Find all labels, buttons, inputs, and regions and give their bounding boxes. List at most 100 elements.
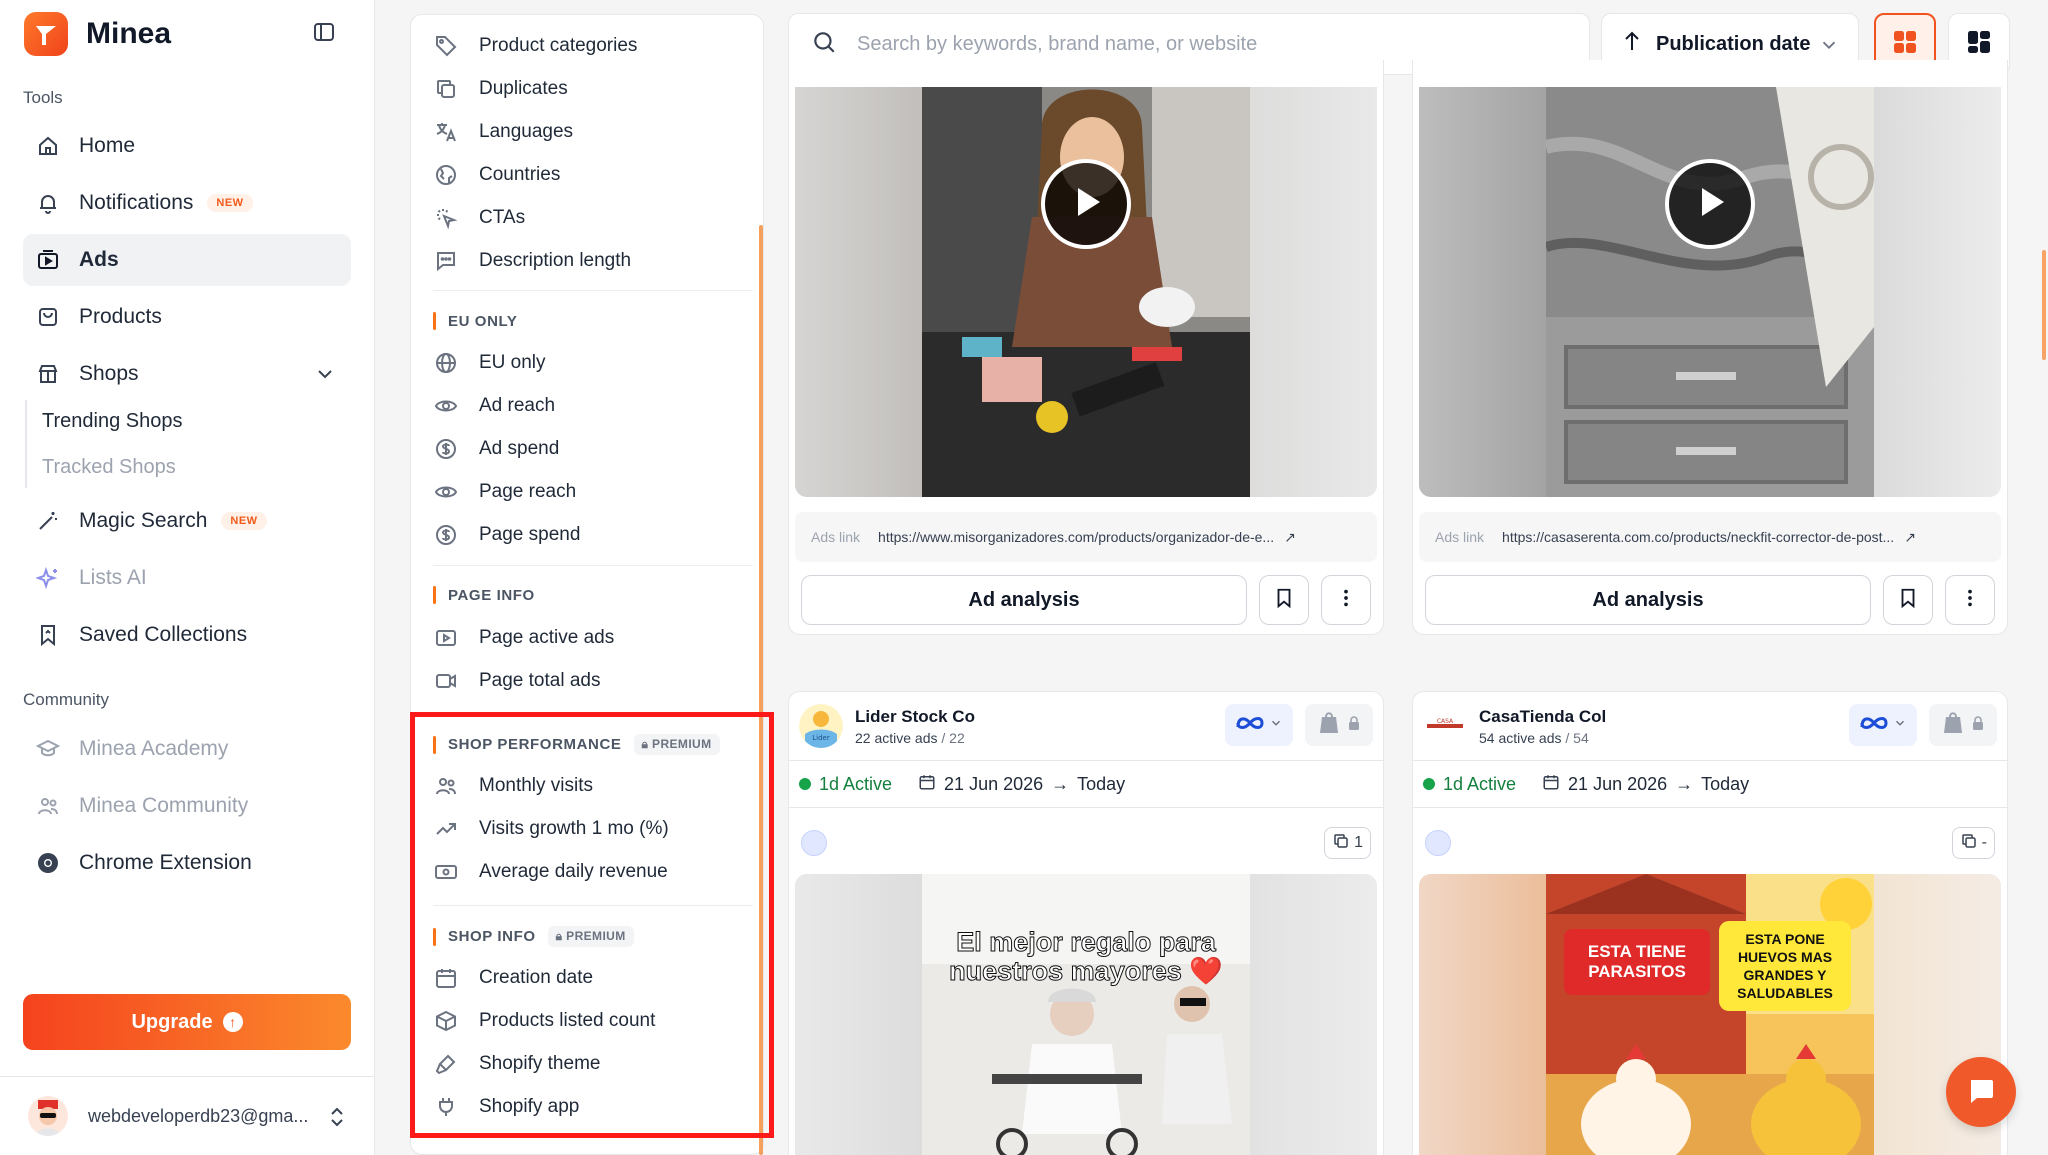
nav-shops[interactable]: Shops xyxy=(23,348,351,400)
eye-icon xyxy=(433,393,459,419)
page-info-header: PAGE INFO xyxy=(433,586,535,604)
shop-name[interactable]: Lider Stock Co xyxy=(855,707,975,727)
filter-page-total-ads[interactable]: Page total ads xyxy=(433,668,600,694)
dollar-icon xyxy=(433,436,459,462)
nav-products-label: Products xyxy=(79,305,162,328)
dollar-icon xyxy=(433,522,459,548)
sub-trending-shops[interactable]: Trending Shops xyxy=(42,410,182,433)
save-button[interactable] xyxy=(1883,575,1933,625)
ads-link[interactable]: Ads link https://www.misorganizadores.co… xyxy=(795,512,1377,562)
minea-logo-icon xyxy=(24,12,68,56)
nav-chrome-extension[interactable]: Chrome Extension xyxy=(23,837,351,889)
brand[interactable]: Minea xyxy=(24,12,171,56)
shopify-locked[interactable] xyxy=(1929,704,1997,746)
tools-label: Tools xyxy=(23,88,63,107)
more-options-button[interactable] xyxy=(1321,575,1371,625)
more-vertical-icon xyxy=(1959,587,1981,614)
filter-eu-only[interactable]: EU only xyxy=(433,350,546,376)
nav-ads-label: Ads xyxy=(79,248,119,271)
page-scrollbar[interactable] xyxy=(2042,250,2046,360)
filter-description-length[interactable]: Description length xyxy=(433,248,631,274)
copy-icon xyxy=(1960,832,1978,855)
chevron-up-down-icon xyxy=(327,1105,347,1134)
banner-right: ESTA PONE HUEVOS MAS GRANDES Y SALUDABLE… xyxy=(1719,921,1851,1011)
ads-link[interactable]: Ads link https://casaserenta.com.co/prod… xyxy=(1419,512,2001,562)
filter-duplicates[interactable]: Duplicates xyxy=(433,76,568,102)
card-header: Lider Lider Stock Co 22 active ads / 22 xyxy=(799,704,975,748)
filter-page-spend[interactable]: Page spend xyxy=(433,522,580,548)
filter-ctas[interactable]: CTAs xyxy=(433,205,525,231)
filter-languages[interactable]: Languages xyxy=(433,119,573,145)
nav-minea-academy[interactable]: Minea Academy xyxy=(23,723,351,775)
save-button[interactable] xyxy=(1259,575,1309,625)
nav-products[interactable]: Products xyxy=(23,291,351,343)
camera-video-icon xyxy=(433,668,459,694)
shop-name[interactable]: CasaTienda Col xyxy=(1479,707,1606,727)
duplicates-pill[interactable]: - xyxy=(1951,827,1995,859)
filter-label: CTAs xyxy=(479,207,526,228)
shop-active-ads: 22 active ads / 22 xyxy=(855,730,975,746)
shop-active-ads: 54 active ads / 54 xyxy=(1479,730,1606,746)
nav-lists-ai[interactable]: Lists AI xyxy=(23,552,351,604)
shopify-locked[interactable] xyxy=(1305,704,1373,746)
total-ads-count: / 22 xyxy=(941,729,965,746)
grid-icon xyxy=(1892,29,1918,60)
nav-notifications[interactable]: Notifications NEW xyxy=(23,177,351,229)
sidebar-collapse-icon[interactable] xyxy=(312,20,336,44)
nav-ads[interactable]: Ads xyxy=(23,234,351,286)
duplicates-count: 1 xyxy=(1354,834,1363,851)
filter-page-reach[interactable]: Page reach xyxy=(433,479,576,505)
search-input[interactable] xyxy=(857,32,1557,56)
divider xyxy=(433,565,753,566)
more-options-button[interactable] xyxy=(1945,575,1995,625)
play-button[interactable] xyxy=(1665,159,1755,249)
banner-right-text: ESTA PONE HUEVOS MAS GRANDES Y SALUDABLE… xyxy=(1737,931,1833,1001)
shop-logo[interactable]: CASA xyxy=(1423,704,1467,748)
platform-dropdown[interactable] xyxy=(1225,704,1293,746)
filter-label: Languages xyxy=(479,121,574,142)
shop-info: Lider Stock Co 22 active ads / 22 xyxy=(855,707,975,746)
ad-video-thumbnail[interactable] xyxy=(795,87,1377,497)
bell-icon xyxy=(35,190,61,216)
play-icon xyxy=(1066,182,1106,227)
duplicates-pill[interactable]: 1 xyxy=(1324,827,1371,859)
filter-ad-reach[interactable]: Ad reach xyxy=(433,393,555,419)
status-dot xyxy=(1423,778,1435,790)
upgrade-button[interactable]: Upgrade ↑ xyxy=(23,994,351,1050)
user-menu[interactable]: webdeveloperdb23@gma... xyxy=(0,1076,375,1155)
nav-saved-collections[interactable]: Saved Collections xyxy=(23,609,351,661)
ads-icon xyxy=(35,247,61,273)
nav-minea-community-label: Minea Community xyxy=(79,794,249,817)
sub-tracked-shops[interactable]: Tracked Shops xyxy=(42,456,176,479)
chat-button[interactable] xyxy=(1946,1057,2016,1127)
copy-icon xyxy=(1332,832,1350,855)
chevron-down-icon[interactable] xyxy=(313,362,337,392)
ad-analysis-button[interactable]: Ad analysis xyxy=(1425,575,1871,625)
filter-ad-spend[interactable]: Ad spend xyxy=(433,436,559,462)
nav-home[interactable]: Home xyxy=(23,120,351,172)
ads-link-url[interactable]: https://casaserenta.com.co/products/neck… xyxy=(1502,529,1894,545)
ad-video-thumbnail[interactable] xyxy=(1419,87,2001,497)
ad-video-thumbnail[interactable]: El mejor regalo para nuestros mayores ❤️ xyxy=(795,874,1377,1155)
shop-logo[interactable]: Lider xyxy=(799,704,843,748)
date-from: 21 Jun 2026 xyxy=(944,773,1044,794)
nav-minea-community[interactable]: Minea Community xyxy=(23,780,351,832)
filter-countries[interactable]: Countries xyxy=(433,162,560,188)
ad-video-thumbnail[interactable]: ESTA TIENE PARASITOS ESTA PONE HUEVOS MA… xyxy=(1419,874,2001,1155)
sort-label: Publication date xyxy=(1656,32,1811,55)
nav-magic-search[interactable]: Magic Search NEW xyxy=(23,495,351,547)
filter-product-categories[interactable]: Product categories xyxy=(433,33,637,59)
ad-analysis-button[interactable]: Ad analysis xyxy=(801,575,1247,625)
page-avatar[interactable] xyxy=(1425,830,1451,856)
thumbnail-image xyxy=(1546,874,1874,1155)
filter-label: Countries xyxy=(479,164,561,185)
play-button[interactable] xyxy=(1041,159,1131,249)
eye-icon xyxy=(433,479,459,505)
page-avatar[interactable] xyxy=(801,830,827,856)
platform-dropdown[interactable] xyxy=(1849,704,1917,746)
ad-card: CASA CasaTienda Col 54 active ads / 54 1… xyxy=(1412,691,2008,1155)
date-to: Today xyxy=(1701,773,1750,794)
ads-link-url[interactable]: https://www.misorganizadores.com/product… xyxy=(878,529,1274,545)
filter-page-active-ads[interactable]: Page active ads xyxy=(433,625,614,651)
tag-icon xyxy=(433,33,459,59)
